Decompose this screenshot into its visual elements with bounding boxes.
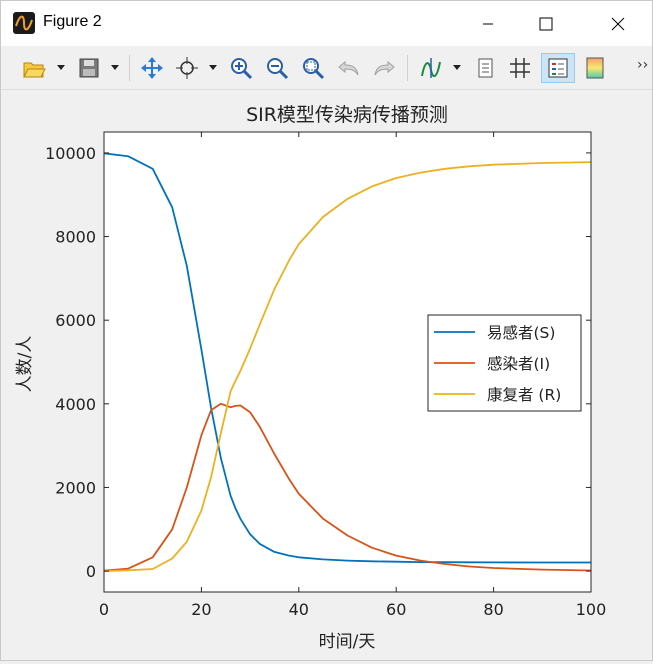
chevron-down-icon[interactable] xyxy=(208,62,218,72)
undo-icon xyxy=(338,60,359,76)
chevron-down-icon[interactable] xyxy=(452,62,462,72)
legend-label: 易感者(S) xyxy=(487,324,555,342)
y-tick-label: 0 xyxy=(86,562,96,581)
colormap-button[interactable] xyxy=(581,54,609,82)
x-tick-label: 20 xyxy=(191,600,211,619)
toolbar-separator xyxy=(407,55,408,81)
move-icon xyxy=(176,57,198,79)
legend-label: 康复者 (R) xyxy=(487,386,561,404)
figure-canvas: 0 20 40 60 80 100 0 2000 4000 6000 8000 10000 易感者(S… xyxy=(1,90,652,660)
zoom-out-icon xyxy=(267,58,289,80)
restore-view-button[interactable] xyxy=(299,54,327,82)
pan-icon xyxy=(141,57,163,79)
close-icon xyxy=(611,17,625,30)
y-tick-label: 4000 xyxy=(55,395,96,414)
matlab-figure-icon xyxy=(13,12,35,34)
zoom-out-button[interactable] xyxy=(263,54,291,82)
sir-chart[interactable]: 0 20 40 60 80 100 0 2000 4000 6000 8000 10000 易感者(S… xyxy=(1,90,652,660)
undo-button[interactable] xyxy=(335,54,363,82)
redo-icon xyxy=(374,60,395,76)
text-icon xyxy=(478,58,493,78)
chevron-down-icon[interactable] xyxy=(110,62,120,72)
legend-icon xyxy=(548,58,568,78)
open-icon xyxy=(23,62,46,78)
maximize-icon xyxy=(539,17,553,30)
close-button[interactable] xyxy=(595,1,641,46)
legend-button[interactable] xyxy=(541,53,575,83)
chevron-down-icon[interactable] xyxy=(56,62,66,72)
figure-window: Figure 2 ›› 0 20 40 60 80 100 0 2000 400… xyxy=(0,0,653,661)
y-tick-label: 2000 xyxy=(55,478,96,497)
x-tick-label: 60 xyxy=(386,600,406,619)
toolbar-separator xyxy=(129,55,130,81)
y-tick-label: 10000 xyxy=(45,144,96,163)
y-tick-label: 6000 xyxy=(55,311,96,330)
x-tick-label: 100 xyxy=(576,600,607,619)
minimize-icon xyxy=(483,23,493,24)
brush-button[interactable] xyxy=(417,54,445,82)
x-tick-label: 0 xyxy=(99,600,109,619)
zoom-in-button[interactable] xyxy=(227,54,255,82)
legend-label: 感染者(I) xyxy=(487,355,550,373)
curve-icon xyxy=(421,58,441,78)
save-button[interactable] xyxy=(75,54,103,82)
window-title: Figure 2 xyxy=(43,13,102,30)
toolbar-overflow[interactable]: ›› xyxy=(637,57,648,73)
data-cursor-button[interactable] xyxy=(173,54,201,82)
minimize-button[interactable] xyxy=(465,1,511,46)
colorbar-button[interactable] xyxy=(471,54,499,82)
save-icon xyxy=(79,58,99,78)
x-axis-label: 时间/天 xyxy=(319,632,376,652)
pan-button[interactable] xyxy=(138,54,166,82)
title-bar: Figure 2 xyxy=(1,1,652,46)
y-axis-label: 人数/人 xyxy=(15,336,35,393)
y-tick-label: 8000 xyxy=(55,228,96,247)
zoom-fit-icon xyxy=(303,58,325,80)
redo-button[interactable] xyxy=(370,54,398,82)
maximize-button[interactable] xyxy=(523,1,569,46)
x-tick-label: 40 xyxy=(289,600,309,619)
zoom-in-icon xyxy=(231,58,253,80)
grid-icon xyxy=(510,58,530,78)
x-tick-label: 80 xyxy=(483,600,503,619)
grid-button[interactable] xyxy=(506,54,534,82)
open-button[interactable] xyxy=(20,54,48,82)
colormap-icon xyxy=(586,57,604,79)
figure-toolbar: ›› xyxy=(1,47,652,90)
chart-title: SIR模型传染病传播预测 xyxy=(246,104,448,126)
